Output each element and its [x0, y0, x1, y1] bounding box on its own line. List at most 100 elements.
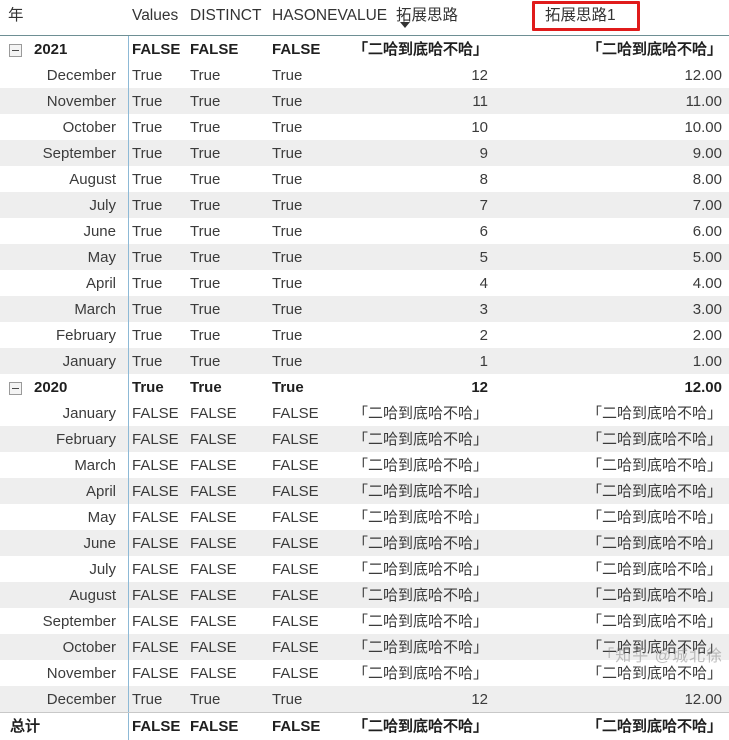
matrix-data-row[interactable]: August FALSE FALSE FALSE 「二哈到底哈不哈」 「二哈到底哈不哈」 [0, 582, 729, 608]
cell-hasonevalue: FALSE [272, 535, 319, 552]
matrix-data-row[interactable]: November FALSE FALSE FALSE 「二哈到底哈不哈」 「二哈到底哈不哈… [0, 660, 729, 686]
matrix-data-row[interactable]: February True True True 2 2.00 [0, 322, 729, 348]
cell-distinct: True [190, 691, 221, 708]
row-label: June [83, 223, 116, 240]
matrix-data-row[interactable]: December True True True 12 12.00 [0, 62, 729, 88]
row-label: September [42, 613, 116, 630]
matrix-data-row[interactable]: February FALSE FALSE FALSE 「二哈到底哈不哈」 「二哈到底哈不哈… [0, 426, 729, 452]
matrix-data-row[interactable]: July True True True 7 7.00 [0, 192, 729, 218]
matrix-data-row[interactable]: September FALSE FALSE FALSE 「二哈到底哈不哈」 「二哈到底哈不… [0, 608, 729, 634]
cell-tuozhansilu: 10 [471, 119, 488, 136]
cell-distinct: True [190, 327, 221, 344]
cell-values: FALSE [132, 431, 179, 448]
cell-distinct: FALSE [190, 41, 239, 58]
matrix-data-row[interactable]: March FALSE FALSE FALSE 「二哈到底哈不哈」 「二哈到底哈不哈」 [0, 452, 729, 478]
cell-distinct: FALSE [190, 561, 237, 578]
matrix-data-row[interactable]: April FALSE FALSE FALSE 「二哈到底哈不哈」 「二哈到底哈不哈」 [0, 478, 729, 504]
matrix-data-row[interactable]: July FALSE FALSE FALSE 「二哈到底哈不哈」 「二哈到底哈不哈」 [0, 556, 729, 582]
cell-distinct: True [190, 379, 222, 396]
row-label: May [87, 249, 116, 266]
cell-values: True [132, 67, 163, 84]
matrix-data-row[interactable]: September True True True 9 9.00 [0, 140, 729, 166]
cell-tuozhansilu: 12 [471, 67, 488, 84]
row-label: May [87, 509, 116, 526]
cell-tuozhansilu1: 7.00 [692, 197, 722, 214]
cell-tuozhansilu: 12 [471, 691, 488, 708]
cell-tuozhansilu: 12 [471, 379, 488, 396]
cell-distinct: True [190, 145, 221, 162]
cell-tuozhansilu1: 12.00 [684, 691, 722, 708]
cell-hasonevalue: FALSE [272, 587, 319, 604]
row-label: December [46, 67, 116, 84]
cell-tuozhansilu: 7 [479, 197, 488, 214]
cell-distinct: FALSE [190, 587, 237, 604]
cell-tuozhansilu: 「二哈到底哈不哈」 [352, 587, 488, 604]
cell-tuozhansilu: 「二哈到底哈不哈」 [352, 665, 488, 682]
cell-tuozhansilu: 1 [479, 353, 488, 370]
matrix-data-row[interactable]: May FALSE FALSE FALSE 「二哈到底哈不哈」 「二哈到底哈不哈」 [0, 504, 729, 530]
row-label: July [89, 197, 116, 214]
cell-hasonevalue: FALSE [272, 457, 319, 474]
cell-tuozhansilu1: 「二哈到底哈不哈」 [586, 483, 722, 500]
matrix-group-row[interactable]: 2021 FALSE FALSE FALSE 「二哈到底哈不哈」 「二哈到底哈不哈」 [0, 36, 729, 62]
cell-distinct: True [190, 301, 221, 318]
cell-values: FALSE [132, 639, 179, 656]
column-header-hasonevalue[interactable]: HASONEVALUE [272, 6, 387, 25]
sort-descending-icon[interactable] [400, 22, 410, 28]
cell-tuozhansilu1: 「二哈到底哈不哈」 [586, 561, 722, 578]
cell-distinct: True [190, 119, 221, 136]
matrix-total-row[interactable]: 总计 FALSE FALSE FALSE 「二哈到底哈不哈」 「二哈到底哈不哈」 [0, 712, 729, 740]
matrix-data-row[interactable]: August True True True 8 8.00 [0, 166, 729, 192]
cell-values: FALSE [132, 587, 179, 604]
cell-values: FALSE [132, 457, 179, 474]
column-header-row-label[interactable]: 年 [8, 6, 24, 25]
matrix-group-row[interactable]: 2020 True True True 12 12.00 [0, 374, 729, 400]
cell-values: FALSE [132, 718, 181, 735]
matrix-data-row[interactable]: March True True True 3 3.00 [0, 296, 729, 322]
matrix-data-row[interactable]: April True True True 4 4.00 [0, 270, 729, 296]
cell-tuozhansilu1: 8.00 [692, 171, 722, 188]
cell-hasonevalue: FALSE [272, 613, 319, 630]
cell-values: FALSE [132, 483, 179, 500]
matrix-data-row[interactable]: January True True True 1 1.00 [0, 348, 729, 374]
matrix-data-row[interactable]: October FALSE FALSE FALSE 「二哈到底哈不哈」 「二哈到底哈不哈」 [0, 634, 729, 660]
cell-tuozhansilu: 「二哈到底哈不哈」 [352, 561, 488, 578]
cell-hasonevalue: FALSE [272, 639, 319, 656]
column-header-values[interactable]: Values [132, 6, 178, 25]
cell-values: True [132, 223, 163, 240]
cell-tuozhansilu: 2 [479, 327, 488, 344]
row-label: 2020 [34, 379, 68, 396]
matrix-data-row[interactable]: January FALSE FALSE FALSE 「二哈到底哈不哈」 「二哈到底哈不哈」 [0, 400, 729, 426]
cell-tuozhansilu: 「二哈到底哈不哈」 [352, 483, 488, 500]
matrix-data-row[interactable]: June FALSE FALSE FALSE 「二哈到底哈不哈」 「二哈到底哈不哈」 [0, 530, 729, 556]
cell-tuozhansilu: 8 [479, 171, 488, 188]
cell-tuozhansilu: 「二哈到底哈不哈」 [352, 639, 488, 656]
cell-tuozhansilu: 「二哈到底哈不哈」 [352, 405, 488, 422]
cell-tuozhansilu1: 「二哈到底哈不哈」 [586, 665, 722, 682]
row-label: September [42, 145, 116, 162]
cell-distinct: FALSE [190, 405, 237, 422]
cell-tuozhansilu1: 11.00 [685, 93, 722, 110]
matrix-data-row[interactable]: October True True True 10 10.00 [0, 114, 729, 140]
cell-tuozhansilu: 3 [479, 301, 488, 318]
cell-tuozhansilu1: 6.00 [692, 223, 722, 240]
column-header-distinct[interactable]: DISTINCT [190, 6, 261, 25]
cell-distinct: FALSE [190, 457, 237, 474]
cell-values: FALSE [132, 613, 179, 630]
cell-tuozhansilu: 9 [479, 145, 488, 162]
cell-tuozhansilu: 5 [479, 249, 488, 266]
row-label: October [62, 119, 116, 136]
cell-values: True [132, 691, 163, 708]
matrix-data-row[interactable]: June True True True 6 6.00 [0, 218, 729, 244]
cell-tuozhansilu1: 「二哈到底哈不哈」 [586, 41, 722, 58]
matrix-data-row[interactable]: May True True True 5 5.00 [0, 244, 729, 270]
row-label: January [62, 405, 116, 422]
matrix-data-row[interactable]: November True True True 11 11.00 [0, 88, 729, 114]
matrix-data-row[interactable]: December True True True 12 12.00 [0, 686, 729, 712]
row-label: November [46, 93, 116, 110]
cell-values: FALSE [132, 665, 179, 682]
cell-hasonevalue: FALSE [272, 41, 321, 58]
cell-tuozhansilu: 「二哈到底哈不哈」 [352, 41, 488, 58]
cell-hasonevalue: True [272, 379, 304, 396]
cell-distinct: FALSE [190, 431, 237, 448]
